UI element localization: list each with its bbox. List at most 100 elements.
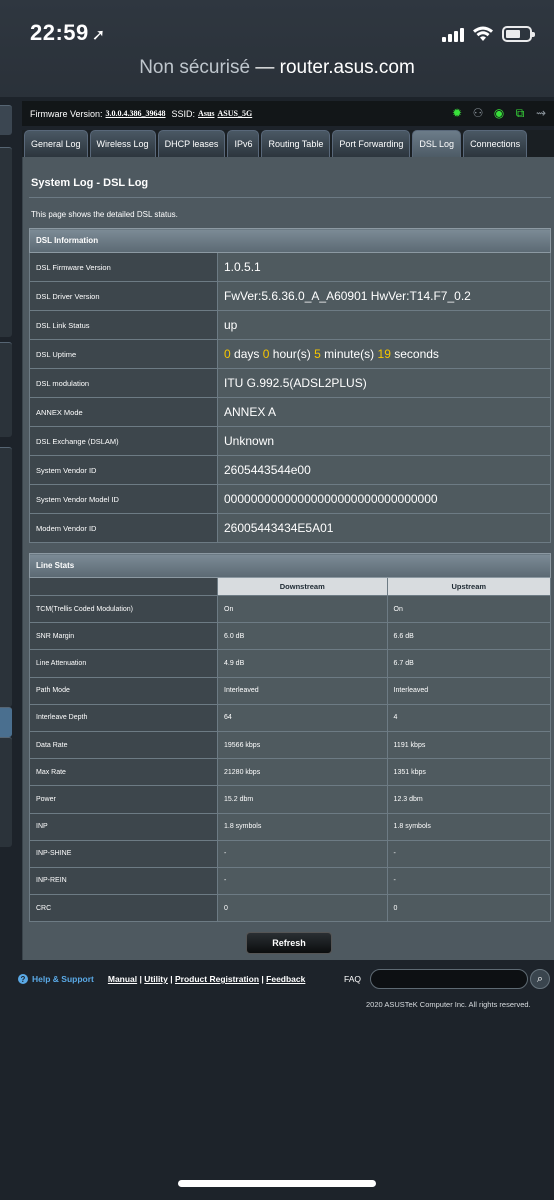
help-support-link[interactable]: ? Help & Support: [18, 974, 94, 984]
upstream-value: 1191 kbps: [386, 730, 552, 760]
downstream-value: 4.9 dB: [217, 649, 388, 678]
row-label: TCM(Trellis Coded Modulation): [29, 594, 218, 624]
tab-ipv6[interactable]: IPv6: [227, 130, 260, 157]
router-page: Firmware Version: 3.0.0.4.386_39648 SSID…: [0, 97, 554, 1200]
row-label: System Vendor ID: [29, 455, 218, 485]
address-domain: router.asus.com: [279, 57, 415, 78]
line-stats-header: Line Stats: [29, 553, 551, 578]
row-label: DSL Driver Version: [29, 281, 218, 311]
row-label: ANNEX Mode: [29, 397, 218, 427]
network-icon[interactable]: ⧉: [513, 106, 527, 120]
row-value: 00000000000000000000000000000000: [217, 484, 551, 514]
table-row: ANNEX Mode ANNEX A: [29, 397, 551, 427]
feedback-link[interactable]: Feedback: [266, 974, 305, 984]
menu-item[interactable]: [0, 105, 12, 135]
table-row: INP-SHINE - -: [29, 839, 552, 868]
users-icon[interactable]: ⚇: [471, 106, 485, 120]
upstream-value: 6.6 dB: [386, 622, 552, 651]
menu-item[interactable]: [0, 447, 12, 707]
row-label: DSL Uptime: [29, 339, 218, 369]
table-row: DSL modulation ITU G.992.5(ADSL2PLUS): [29, 368, 551, 398]
tab-general-log[interactable]: General Log: [24, 130, 88, 157]
uptime-days: 0: [224, 347, 231, 361]
row-value: 26005443434E5A01: [217, 513, 551, 543]
page-title: System Log - DSL Log: [31, 177, 149, 189]
address-bar[interactable]: Non sécurisé — router.asus.com: [0, 57, 554, 79]
row-label: Line Attenuation: [29, 649, 218, 678]
downstream-value: -: [217, 866, 388, 896]
row-label: System Vendor Model ID: [29, 484, 218, 514]
upstream-value: -: [386, 839, 552, 868]
downstream-value: 1.8 symbols: [217, 812, 388, 841]
utility-link[interactable]: Utility: [144, 974, 168, 984]
search-icon[interactable]: ⌕: [530, 969, 550, 989]
tab-port-forwarding[interactable]: Port Forwarding: [332, 130, 411, 157]
title-divider: [29, 197, 551, 198]
tab-dsl-log[interactable]: DSL Log: [412, 130, 462, 157]
line-stats-table: Line Stats Downstream Upstream TCM(Trell…: [29, 553, 552, 923]
ssid-5g-link[interactable]: ASUS_5G: [218, 109, 253, 118]
usb-icon[interactable]: ⇝: [534, 106, 548, 120]
address-insecure-label: Non sécurisé: [139, 57, 251, 78]
row-label: DSL Exchange (DSLAM): [29, 426, 218, 456]
status-time: 22:59 ➚: [30, 20, 106, 46]
uptime-days-label: days: [234, 347, 260, 361]
downstream-value: 6.0 dB: [217, 622, 388, 651]
downstream-value: 19566 kbps: [217, 730, 388, 760]
manual-link[interactable]: Manual: [108, 974, 137, 984]
dsl-log-panel: System Log - DSL Log This page shows the…: [22, 157, 554, 960]
help-icon: ?: [18, 974, 28, 984]
copyright: 2020 ASUSTeK Computer Inc. All rights re…: [366, 1000, 531, 1009]
row-value: FwVer:5.6.36.0_A_A60901 HwVer:T14.F7_0.2: [217, 281, 551, 311]
home-indicator[interactable]: [178, 1180, 376, 1187]
uptime-hours-label: hour(s): [272, 347, 311, 361]
globe-icon[interactable]: ◉: [492, 106, 506, 120]
upstream-value: 6.7 dB: [386, 649, 552, 678]
row-value: up: [217, 310, 551, 340]
downstream-value: 15.2 dbm: [217, 785, 388, 814]
footer: ? Help & Support Manual | Utility | Produ…: [18, 967, 554, 991]
page-description: This page shows the detailed DSL status.: [31, 210, 178, 219]
refresh-button[interactable]: Refresh: [246, 932, 332, 954]
table-row: CRC 0 0: [29, 894, 552, 923]
log-tabs: General Log Wireless Log DHCP leases IPv…: [22, 130, 554, 157]
table-row: Interleave Depth 64 4: [29, 703, 552, 732]
firmware-bar: Firmware Version: 3.0.0.4.386_39648 SSID…: [22, 101, 554, 126]
uptime-minutes-label: minute(s): [324, 347, 375, 361]
faq-search-input[interactable]: [370, 969, 528, 989]
row-value: 1.0.5.1: [217, 252, 551, 282]
table-row: Path Mode Interleaved Interleaved: [29, 676, 552, 705]
ssid-2g-link[interactable]: Asus: [198, 109, 214, 118]
table-row: Line Attenuation 4.9 dB 6.7 dB: [29, 649, 552, 678]
product-registration-link[interactable]: Product Registration: [175, 974, 259, 984]
table-row: DSL Firmware Version 1.0.5.1: [29, 252, 551, 282]
menu-item[interactable]: [0, 342, 12, 437]
battery-icon: [502, 26, 535, 42]
row-label: INP: [29, 812, 218, 841]
tab-wireless-log[interactable]: Wireless Log: [89, 130, 156, 157]
tab-dhcp-leases[interactable]: DHCP leases: [157, 130, 226, 157]
table-row: DSL Driver Version FwVer:5.6.36.0_A_A609…: [29, 281, 551, 311]
row-label: Interleave Depth: [29, 703, 218, 732]
wifi-icon: [473, 26, 493, 41]
downstream-value: On: [217, 594, 388, 624]
upstream-value: -: [386, 866, 552, 896]
table-row: Modem Vendor ID 26005443434E5A01: [29, 513, 551, 543]
gear-icon[interactable]: ✹: [450, 106, 464, 120]
location-arrow-icon: ➚: [91, 27, 106, 44]
browser-top-bar: 22:59 ➚ Non sécurisé — router.asus.com: [0, 0, 554, 97]
menu-item[interactable]: [0, 737, 12, 847]
row-label: DSL modulation: [29, 368, 218, 398]
row-label: Max Rate: [29, 758, 218, 787]
tab-routing-table[interactable]: Routing Table: [261, 130, 331, 157]
column-header-upstream: Upstream: [386, 577, 552, 596]
menu-item[interactable]: [0, 147, 12, 337]
downstream-value: 64: [217, 703, 388, 732]
menu-item-active[interactable]: [0, 707, 12, 737]
uptime-seconds: 19: [377, 347, 391, 361]
tab-connections[interactable]: Connections: [463, 130, 528, 157]
table-row: DSL Uptime 0 days 0 hour(s) 5 minute(s) …: [29, 339, 551, 369]
firmware-version-link[interactable]: 3.0.0.4.386_39648: [106, 109, 166, 118]
table-row: System Vendor ID 2605443544e00: [29, 455, 551, 485]
upstream-value: On: [386, 594, 552, 624]
